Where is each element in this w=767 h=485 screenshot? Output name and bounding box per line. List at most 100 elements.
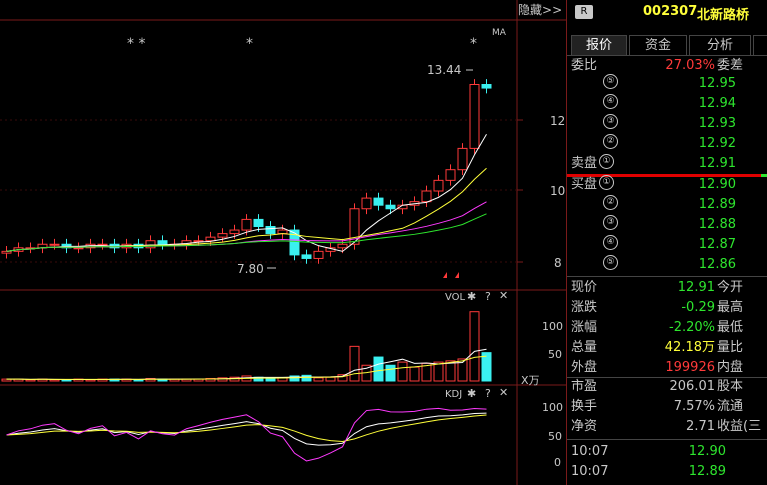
axis-label-8: 8	[554, 256, 562, 270]
volume-bar	[265, 377, 276, 382]
buy-price: 12.90	[698, 177, 736, 192]
stat-label2: 最低	[717, 320, 744, 335]
buy-price: 12.87	[698, 237, 736, 252]
kdj-axis-50: 50	[548, 430, 562, 443]
vol-settings-gear-icon[interactable]: ✱	[467, 290, 476, 303]
candle-body	[421, 190, 432, 203]
kdj-close-icon[interactable]: ✕	[499, 386, 508, 399]
fundamental-value: 206.01	[669, 379, 716, 394]
kdj-help-icon[interactable]: ?	[485, 387, 491, 400]
buy-side-label: 买盘	[571, 177, 598, 192]
vol-close-icon[interactable]: ✕	[499, 289, 508, 302]
candle-body	[253, 218, 264, 227]
volume-bar	[469, 311, 480, 382]
buy-price: 12.88	[698, 217, 736, 232]
volume-bar	[349, 345, 360, 382]
stat-value: 199926	[665, 360, 715, 375]
candle-body	[337, 243, 348, 249]
sell-level-icon: ①	[599, 154, 614, 169]
sell-price: 12.92	[698, 136, 736, 151]
vol-axis-50: 50	[548, 348, 562, 361]
signal-arrow-2	[455, 272, 459, 278]
buy-level-icon: ①	[599, 175, 614, 190]
stat-label: 现价	[571, 280, 598, 295]
fundamental-row: 市盈 206.01 股本	[567, 377, 767, 397]
kdj-k-line	[6, 412, 487, 446]
kline-chart-area[interactable]: MA 13.44 7.80 * * * * 12 10 8 VOL ✱ ? ✕ …	[0, 0, 566, 485]
candle-body	[205, 236, 216, 242]
candle-body	[361, 197, 372, 210]
candle-body	[301, 254, 312, 259]
ticks-divider	[567, 439, 767, 440]
candle-body	[457, 147, 468, 171]
vol-label: VOL	[445, 292, 466, 303]
order-ratio-row: 委比 27.03% 委差	[567, 56, 767, 76]
kdj-d-line	[6, 414, 487, 443]
star-marker-3: *	[470, 36, 477, 52]
buy-level-icon: ③	[603, 215, 618, 230]
signal-arrow-1	[443, 272, 447, 278]
stat-label2: 今开	[717, 280, 744, 295]
fundamental-label2: 流通	[717, 399, 744, 414]
volume-bar	[301, 374, 312, 382]
axis-label-12: 12	[550, 114, 566, 128]
sell-row-5: ⑤ 12.95	[567, 74, 767, 94]
stat-label: 涨跌	[571, 300, 598, 315]
tab-analysis[interactable]: 分析	[689, 35, 751, 55]
fundamental-value: 7.57%	[673, 399, 715, 414]
hide-panel-button[interactable]: 隐藏>>	[518, 0, 566, 20]
sell-row-2: ② 12.92	[567, 134, 767, 154]
buy-row-2: ② 12.89	[567, 195, 767, 215]
buy-row-4: ④ 12.87	[567, 235, 767, 255]
stock-badge: R	[575, 5, 593, 19]
sell-row-3: ③ 12.93	[567, 114, 767, 134]
candle-body	[265, 226, 276, 235]
candle-body	[97, 243, 108, 246]
tab-quote[interactable]: 报价	[571, 35, 627, 55]
axis-label-10: 10	[550, 184, 566, 198]
stat-row: 总量 42.18万 量比	[567, 338, 767, 358]
kdj-axis-100: 100	[542, 401, 563, 414]
sell-level-icon: ⑤	[603, 74, 618, 89]
kline-svg	[0, 0, 566, 485]
sell-price: 12.95	[698, 76, 736, 91]
candle-body	[433, 179, 444, 192]
candle-body	[313, 250, 324, 259]
ma-label: MA	[492, 28, 506, 38]
candle-body	[385, 204, 396, 210]
stat-label2: 量比	[717, 340, 744, 355]
hide-arrows-icon: >>	[542, 3, 563, 17]
candle-body	[1, 250, 12, 254]
order-ratio-label: 委比	[571, 58, 598, 73]
vol-help-icon[interactable]: ?	[485, 290, 491, 303]
candle-body	[157, 240, 168, 245]
buy-level-icon: ④	[603, 235, 618, 250]
buy-price: 12.89	[698, 197, 736, 212]
volume-bar	[373, 356, 384, 382]
candle-body	[373, 197, 384, 206]
kdj-settings-gear-icon[interactable]: ✱	[467, 387, 476, 400]
candle-body	[241, 218, 252, 231]
fundamental-label: 净资	[571, 419, 598, 434]
kdj-j-line	[6, 407, 487, 462]
quote-panel: R 002307 北新路桥 报价 资金 分析 委比 27.03% 委差 ⑤ 12.…	[566, 0, 767, 485]
vol-unit: X万	[521, 374, 540, 387]
star-marker-2: *	[246, 36, 253, 52]
candle-body	[217, 233, 228, 238]
candle-body	[469, 84, 480, 149]
stat-row: 涨跌 -0.29 最高	[567, 298, 767, 318]
tab-funds[interactable]: 资金	[629, 35, 687, 55]
tab-more[interactable]	[753, 35, 767, 55]
volume-bar	[325, 376, 336, 382]
stat-label2: 最高	[717, 300, 744, 315]
fundamental-label2: 收益(三	[717, 419, 762, 434]
candle-body	[277, 229, 288, 235]
buy-row-1: 买盘 ① 12.90	[567, 175, 767, 195]
price-low-label: 7.80	[237, 262, 264, 276]
fundamental-label: 市盈	[571, 379, 598, 394]
order-ratio-value: 27.03%	[665, 58, 715, 73]
candle-body	[289, 229, 300, 256]
stat-row: 涨幅 -2.20% 最低	[567, 318, 767, 338]
stock-name: 北新路桥	[697, 8, 750, 23]
tick-row: 10:07 12.89	[567, 462, 767, 482]
